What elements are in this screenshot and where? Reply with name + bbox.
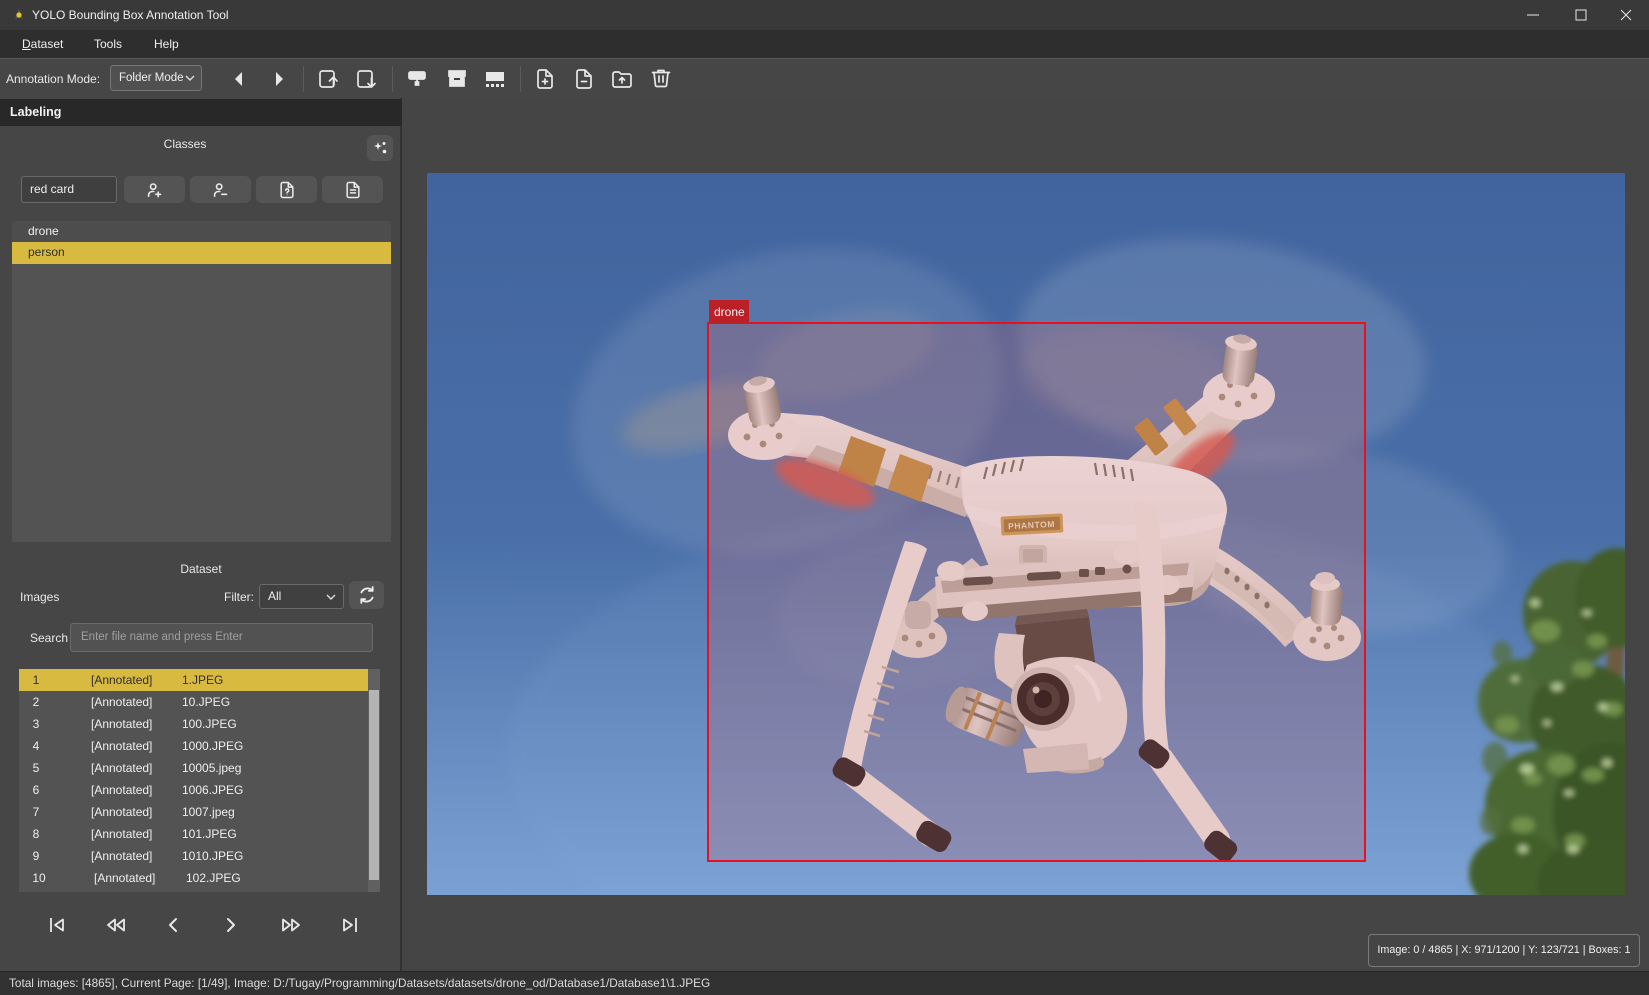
svg-text:drone: drone (714, 305, 745, 319)
